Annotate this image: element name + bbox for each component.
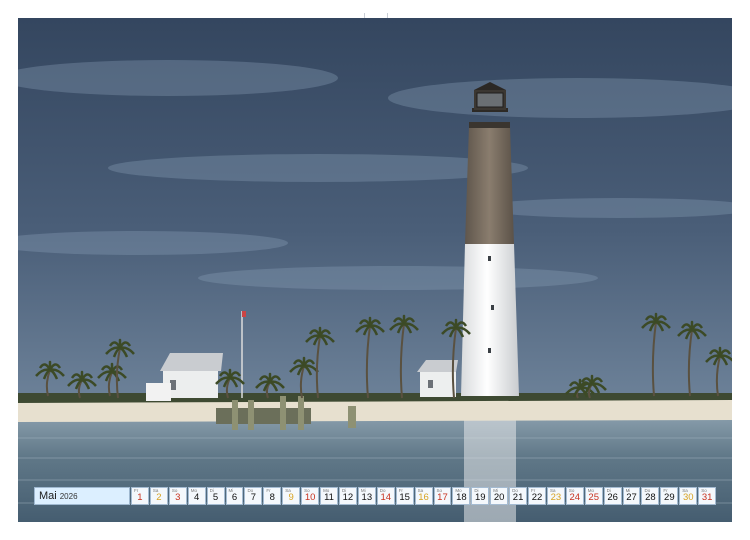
calendar-day: So 17 <box>433 487 452 505</box>
calendar-day-number: 19 <box>474 492 486 503</box>
calendar-day-number: 18 <box>456 492 467 503</box>
calendar-day: Sa 9 <box>282 487 301 505</box>
calendar-day: Mi 27 <box>622 487 641 505</box>
flag <box>242 311 246 317</box>
lighthouse-reflection <box>464 418 516 522</box>
calendar-day: Mo 11 <box>320 487 338 505</box>
calendar-day-number: 30 <box>682 492 694 503</box>
calendar-day-number: 27 <box>626 492 637 503</box>
calendar-day-number: 17 <box>437 492 448 503</box>
calendar-day-number: 25 <box>588 492 599 503</box>
calendar-day-number: 21 <box>512 492 524 503</box>
calendar-day-number: 20 <box>493 492 505 503</box>
calendar-day: So 3 <box>168 487 187 505</box>
sand-beach <box>18 400 732 422</box>
calendar-day-number: 13 <box>361 492 373 503</box>
calendar-day: Mo 25 <box>584 487 603 505</box>
calendar-day: Do 28 <box>641 487 660 505</box>
calendar-day-number: 23 <box>550 492 562 503</box>
calendar-day-number: 4 <box>194 492 200 503</box>
calendar-day-number: 22 <box>531 492 543 503</box>
calendar-day: Do 21 <box>509 487 528 505</box>
calendar-day: Di 26 <box>603 487 622 505</box>
calendar-day-number: 24 <box>569 492 581 503</box>
cottage-right <box>417 360 458 397</box>
calendar-day: Fr 22 <box>528 487 546 505</box>
month-year: 2026 <box>59 491 78 501</box>
calendar-day-number: 6 <box>231 492 238 503</box>
calendar-day: Fr 8 <box>263 487 282 505</box>
calendar-day-number: 3 <box>175 492 181 503</box>
calendar-day: Mo 4 <box>187 487 206 505</box>
calendar-day: Fr 1 <box>131 487 149 505</box>
calendar-day-number: 14 <box>380 492 392 503</box>
calendar-day: Sa 23 <box>546 487 565 505</box>
calendar-day-number: 28 <box>645 492 656 503</box>
calendar-day: So 10 <box>301 487 320 505</box>
calendar-day: Do 7 <box>244 487 263 505</box>
calendar-day: Sa 2 <box>149 487 168 505</box>
calendar-day-number: 2 <box>156 492 162 503</box>
calendar-day: Mo 18 <box>452 487 471 505</box>
calendar-day-number: 16 <box>418 492 429 503</box>
calendar-day-number: 1 <box>137 492 143 503</box>
calendar-day-number: 26 <box>607 492 618 503</box>
calendar-day-number: 10 <box>304 492 316 503</box>
calendar-day-number: 5 <box>212 492 219 503</box>
calendar-day-number: 7 <box>250 492 257 503</box>
calendar-day-number: 12 <box>342 492 354 503</box>
calendar-day: Sa 30 <box>679 487 698 505</box>
calendar-day: Fr 15 <box>395 487 414 505</box>
water <box>18 413 732 522</box>
month-label: Mai 2026 <box>34 487 130 505</box>
calendar-day-number: 11 <box>324 492 334 503</box>
calendar-day: Di 19 <box>471 487 490 505</box>
calendar-day: Mi 13 <box>357 487 376 505</box>
calendar-day-number: 31 <box>701 492 713 503</box>
calendar-day: Do 14 <box>376 487 395 505</box>
calendar-day: Di 5 <box>206 487 225 505</box>
calendar-day-number: 9 <box>288 492 294 503</box>
calendar-day: Mi 6 <box>225 487 244 505</box>
calendar-day: Sa 16 <box>414 487 433 505</box>
month-name: Mai <box>39 490 57 502</box>
calendar-day-number: 8 <box>269 492 275 503</box>
calendar-day: So 31 <box>698 487 717 505</box>
calendar-day: Fr 29 <box>660 487 679 505</box>
calendar-day: Mi 20 <box>490 487 509 505</box>
lighthouse-scene <box>18 18 732 522</box>
calendar-day: So 24 <box>565 487 584 505</box>
calendar-day-number: 29 <box>664 492 675 503</box>
calendar-strip: Mai 2026 Fr 1 Sa 2 So 3 Mo 4 Di 5 Mi 6 Do 7 Fr 8 Sa 9 So 10… <box>34 487 717 505</box>
calendar-day: Di 12 <box>338 487 357 505</box>
calendar-day-number: 15 <box>399 492 410 503</box>
lighthouse-photo <box>18 18 732 522</box>
